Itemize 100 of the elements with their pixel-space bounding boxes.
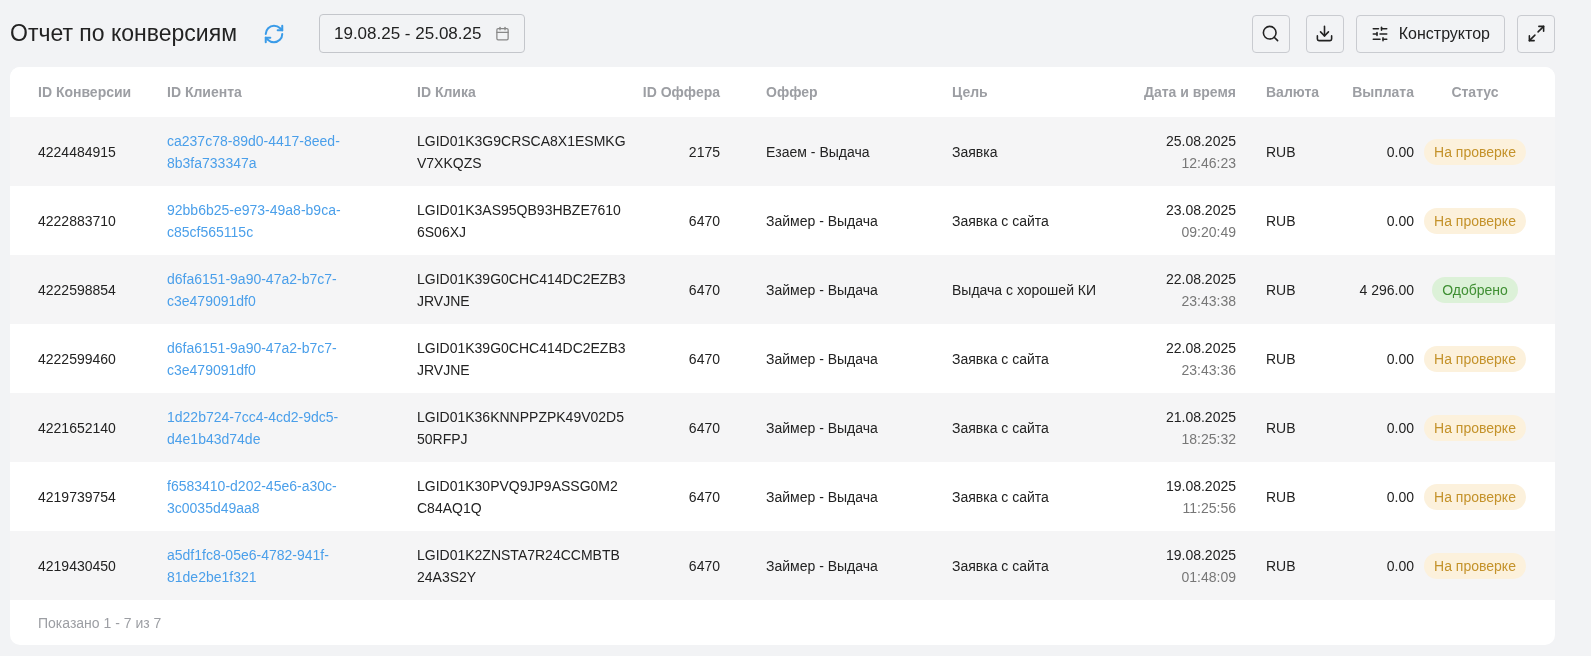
table-cell-text: Займер - Выдача xyxy=(765,349,879,369)
expand-icon xyxy=(1526,24,1546,43)
status-badge: На проверке xyxy=(1424,138,1526,165)
column-header: ID Конверсии xyxy=(38,84,133,100)
column-header: Выплата xyxy=(1351,84,1414,100)
table-cell-text: 0.00 xyxy=(1385,418,1414,438)
time-text: 01:48:09 xyxy=(1181,567,1236,587)
table-cell-text: LGID01K30PVQ9JP9ASSG0M2C84AQ1Q xyxy=(417,476,619,518)
table-cell-text: Заявка с сайта xyxy=(952,487,1050,507)
table-cell-text: 0.00 xyxy=(1385,349,1414,369)
time-text: 23:43:36 xyxy=(1181,360,1236,380)
download-button[interactable] xyxy=(1305,14,1344,53)
time-text: 09:20:49 xyxy=(1181,222,1236,242)
client-id-link[interactable]: f6583410-d202-45e6-a30c-3c0035d49aa8 xyxy=(167,474,372,519)
pagination-text: Показано 1 - 7 из 7 xyxy=(38,614,162,631)
column-header: ID Оффера xyxy=(641,84,720,100)
column-header: Оффер xyxy=(765,84,819,100)
date-text: 23.08.2025 xyxy=(1165,200,1236,220)
status-badge: На проверке xyxy=(1424,483,1526,510)
table-cell-text: 6470 xyxy=(687,280,720,300)
client-id-link[interactable]: 92bb6b25-e973-49a8-b9ca-c85cf565115c xyxy=(167,198,372,243)
table-cell-text: Выдача с хорошей КИ xyxy=(952,280,1098,300)
time-text: 12:46:23 xyxy=(1181,153,1236,173)
table-cell-text: 4 296.00 xyxy=(1358,280,1414,300)
date-text: 19.08.2025 xyxy=(1165,545,1236,565)
client-id-link[interactable]: d6fa6151-9a90-47a2-b7c7-c3e479091df0 xyxy=(167,267,372,312)
table-cell-text: Займер - Выдача xyxy=(765,211,879,231)
date-text: 21.08.2025 xyxy=(1165,407,1236,427)
time-text: 11:25:56 xyxy=(1182,498,1236,518)
table-cell-text: 4219739754 xyxy=(38,487,117,507)
table-cell-text: 6470 xyxy=(687,211,720,231)
table-cell-text: Заявка с сайта xyxy=(952,211,1050,231)
sliders-icon xyxy=(1370,24,1389,43)
time-text: 18:25:32 xyxy=(1181,429,1236,449)
table-cell-text: LGID01K39G0CHC414DC2EZB3JRVJNE xyxy=(417,269,627,311)
table-cell-text: LGID01K2ZNSTA7R24CCMBTB24A3S2Y xyxy=(417,545,621,587)
column-header: Статус xyxy=(1450,84,1500,100)
status-badge: На проверке xyxy=(1424,414,1526,441)
table-cell-text: 0.00 xyxy=(1385,556,1414,576)
constructor-button[interactable]: Конструктор xyxy=(1355,14,1505,53)
date-text: 22.08.2025 xyxy=(1165,269,1236,289)
page-title: Отчет по конверсиям xyxy=(10,20,237,47)
table-cell-text: Заявка с сайта xyxy=(952,556,1050,576)
search-icon xyxy=(1261,24,1281,43)
table-cell-text: Заявка с сайта xyxy=(952,349,1050,369)
calendar-icon xyxy=(495,26,511,41)
table-cell-text: LGID01K36KNNPPZPK49V02D550RFPJ xyxy=(417,407,625,449)
table-cell-text: 0.00 xyxy=(1385,211,1414,231)
table-cell-text: Езаем - Выдача xyxy=(765,142,871,162)
table-cell-text: 4222883710 xyxy=(38,211,117,231)
download-icon xyxy=(1315,24,1335,43)
table-cell-text: 4224484915 xyxy=(38,142,117,162)
table-cell-text: RUB xyxy=(1265,280,1297,300)
table-cell-text: Займер - Выдача xyxy=(765,418,879,438)
table-cell-text: RUB xyxy=(1265,418,1297,438)
table-cell-text: 4222598854 xyxy=(38,280,117,300)
table-cell-text: RUB xyxy=(1265,556,1297,576)
status-badge: На проверке xyxy=(1424,345,1526,372)
table-cell-text: 6470 xyxy=(687,349,720,369)
column-header: Валюта xyxy=(1265,84,1321,100)
table-cell-text: RUB xyxy=(1265,211,1297,231)
table-cell-text: LGID01K3AS95QB93HBZE76106S06XJ xyxy=(417,200,622,242)
client-id-link[interactable]: a5df1fc8-05e6-4782-941f-81de2be1f321 xyxy=(167,543,372,588)
table-cell-text: Займер - Выдача xyxy=(765,280,879,300)
table-cell-text: Заявка xyxy=(952,142,999,162)
fullscreen-button[interactable] xyxy=(1517,14,1555,53)
date-text: 25.08.2025 xyxy=(1165,131,1236,151)
time-text: 23:43:38 xyxy=(1181,291,1236,311)
table-cell-text: 2175 xyxy=(687,142,720,162)
date-text: 22.08.2025 xyxy=(1165,338,1236,358)
table-cell-text: LGID01K3G9CRSCA8X1ESMKGV7XKQZS xyxy=(417,131,627,173)
status-badge: На проверке xyxy=(1424,552,1526,579)
client-id-link[interactable]: 1d22b724-7cc4-4cd2-9dc5-d4e1b43d74de xyxy=(167,405,372,450)
table-cell-text: 0.00 xyxy=(1385,487,1414,507)
column-header: ID Клика xyxy=(417,84,477,100)
date-text: 19.08.2025 xyxy=(1165,476,1236,496)
table-cell-text: RUB xyxy=(1265,487,1297,507)
table-cell-text: RUB xyxy=(1265,349,1297,369)
column-header: Цель xyxy=(952,84,989,100)
search-button[interactable] xyxy=(1251,14,1290,53)
table-cell-text: RUB xyxy=(1265,142,1297,162)
table-cell-text: Займер - Выдача xyxy=(765,556,879,576)
client-id-link[interactable]: ca237c78-89d0-4417-8eed-8b3fa733347a xyxy=(167,129,372,174)
table-cell-text: 4222599460 xyxy=(38,349,117,369)
table-cell-text: 4219430450 xyxy=(38,556,117,576)
status-badge: Одобрено xyxy=(1432,276,1518,303)
table-cell-text: LGID01K39G0CHC414DC2EZB3JRVJNE xyxy=(417,338,627,380)
table-cell-text: 6470 xyxy=(687,487,720,507)
column-header: ID Клиента xyxy=(167,84,243,100)
table-cell-text: Заявка с сайта xyxy=(952,418,1050,438)
date-range-field[interactable]: 19.08.25 - 25.08.25 xyxy=(318,14,526,53)
table-cell-text: 0.00 xyxy=(1385,142,1414,162)
status-badge: На проверке xyxy=(1424,207,1526,234)
column-header: Дата и время xyxy=(1142,84,1236,100)
client-id-link[interactable]: d6fa6151-9a90-47a2-b7c7-c3e479091df0 xyxy=(167,336,372,381)
refresh-icon[interactable] xyxy=(262,22,285,45)
table-cell-text: Займер - Выдача xyxy=(765,487,879,507)
table-cell-text: 6470 xyxy=(687,556,720,576)
table-cell-text: 4221652140 xyxy=(38,418,117,438)
table-cell-text: 6470 xyxy=(687,418,720,438)
